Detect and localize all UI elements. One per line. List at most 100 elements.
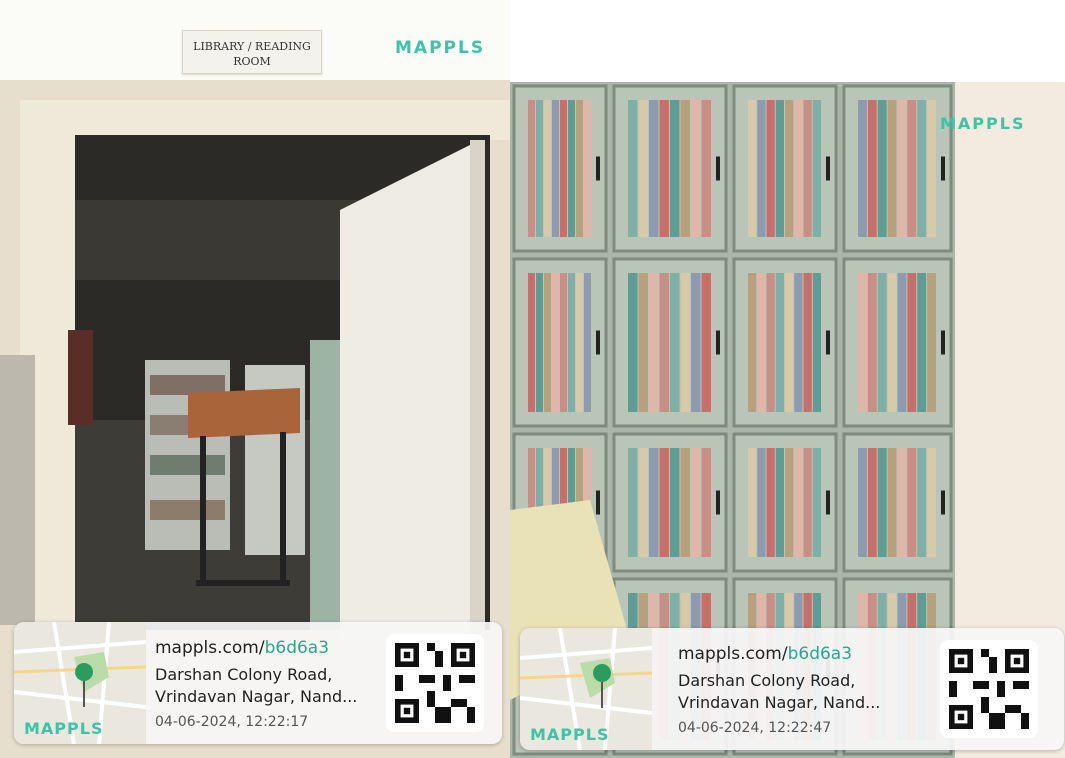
book-spine: [927, 100, 936, 237]
book-spine: [691, 448, 701, 557]
book-spine: [536, 273, 543, 412]
timestamp: 04-06-2024, 12:22:47: [678, 720, 832, 736]
qr-code-icon: [949, 649, 1029, 729]
book-spine: [867, 448, 877, 557]
address-line-1: Darshan Colony Road,: [678, 671, 856, 690]
book-spine: [858, 448, 867, 557]
link-code: b6d6a3: [787, 644, 853, 664]
book-spine: [670, 448, 680, 557]
book-spine: [659, 100, 669, 237]
book-spine: [917, 448, 927, 557]
book-spine: [867, 273, 877, 412]
book-spine: [552, 273, 559, 412]
cabinet-handle: [596, 490, 600, 515]
book-spine: [649, 273, 659, 412]
mappls-watermark: MAPPLS: [395, 38, 486, 58]
book-spine: [680, 100, 690, 237]
book-spine: [794, 273, 803, 412]
link-code: b6d6a3: [264, 638, 330, 658]
book-spine: [680, 448, 690, 557]
book-spine: [638, 100, 648, 237]
book-spine: [775, 448, 784, 557]
qr-code[interactable]: [940, 640, 1038, 738]
cabinet-handle: [826, 156, 830, 181]
book-spine: [536, 100, 543, 237]
book-spine: [917, 100, 927, 237]
book-spine: [803, 100, 812, 237]
address-line-2: Vrindavan Nagar, Nand...: [155, 687, 358, 706]
qr-code[interactable]: [386, 634, 484, 732]
book-spine: [812, 273, 821, 412]
book-spine: [897, 448, 907, 557]
book-spine: [576, 100, 583, 237]
map-mappls-logo: MAPPLS: [24, 719, 104, 738]
book-spine: [803, 448, 812, 557]
timestamp: 04-06-2024, 12:22:17: [155, 714, 309, 730]
cabinet-handle: [941, 330, 945, 355]
book-spine: [568, 273, 575, 412]
book-spine: [628, 273, 638, 412]
book-spine: [528, 100, 535, 237]
book-spine: [785, 448, 794, 557]
book-spine: [927, 448, 936, 557]
book-spine: [584, 100, 591, 237]
mappls-watermark: MAPPLS: [940, 114, 1026, 133]
book-spine: [897, 100, 907, 237]
share-link[interactable]: mappls.com/b6d6a3: [155, 636, 357, 660]
book-spine: [887, 448, 897, 557]
book-spine: [757, 448, 766, 557]
library-reading-room-sign: LIBRARY / READING ROOM: [182, 30, 322, 74]
book-spine: [638, 273, 648, 412]
location-info: mappls.com/b6d6a3 Darshan Colony Road, V…: [678, 642, 880, 736]
book-spine: [907, 273, 917, 412]
map-thumbnail[interactable]: MAPPLS: [14, 622, 146, 744]
book-spine: [544, 100, 551, 237]
cabinet-handle: [826, 490, 830, 515]
cabinet-handle: [941, 490, 945, 515]
book-spine: [544, 273, 551, 412]
location-card: MAPPLS mappls.com/b6d6a3 Darshan Colony …: [520, 628, 1064, 750]
book-spine: [584, 273, 591, 412]
book-spine: [691, 100, 701, 237]
book-spine: [927, 273, 936, 412]
cabinet-handle: [716, 490, 720, 515]
book-spine: [748, 100, 757, 237]
book-spine: [858, 273, 867, 412]
book-spine: [812, 448, 821, 557]
sign-line-1: LIBRARY / READING: [193, 40, 311, 53]
cabinet-handle: [596, 156, 600, 181]
book-spine: [649, 100, 659, 237]
address-line-2: Vrindavan Nagar, Nand...: [678, 693, 881, 712]
map-thumbnail[interactable]: MAPPLS: [520, 628, 652, 750]
book-spine: [775, 100, 784, 237]
book-spine: [887, 273, 897, 412]
book-spine: [659, 448, 669, 557]
book-spine: [803, 273, 812, 412]
book-spine: [907, 100, 917, 237]
map-mappls-logo: MAPPLS: [530, 725, 610, 744]
cabinet-handle: [596, 330, 600, 355]
book-spine: [560, 100, 567, 237]
address-line-1: Darshan Colony Road,: [155, 665, 333, 684]
book-spine: [649, 448, 659, 557]
book-spine: [877, 273, 887, 412]
book-spine: [794, 448, 803, 557]
book-spine: [757, 100, 766, 237]
book-spine: [659, 273, 669, 412]
book-spine: [877, 448, 887, 557]
book-spine: [907, 448, 917, 557]
book-spine: [794, 100, 803, 237]
book-spine: [775, 273, 784, 412]
cabinet-handle: [716, 330, 720, 355]
cabinet-handle: [826, 330, 830, 355]
book-spine: [638, 448, 648, 557]
book-spine: [628, 100, 638, 237]
book-spine: [858, 100, 867, 237]
qr-code-icon: [395, 643, 475, 723]
book-spine: [757, 273, 766, 412]
sign-line-2: ROOM: [233, 55, 271, 68]
book-spine: [576, 273, 583, 412]
book-spine: [560, 273, 567, 412]
share-link[interactable]: mappls.com/b6d6a3: [678, 642, 880, 666]
book-spine: [670, 100, 680, 237]
